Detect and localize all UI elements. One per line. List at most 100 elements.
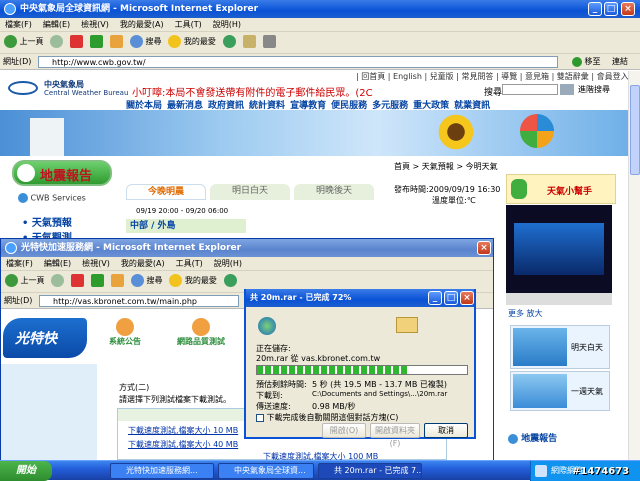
scroll-thumb[interactable] (630, 85, 640, 175)
links-button[interactable]: 連結 (612, 54, 628, 69)
home-button[interactable] (111, 271, 125, 291)
tab-day-after[interactable]: 明晚後天 (294, 184, 374, 200)
stop-button[interactable] (70, 32, 84, 52)
forward-button[interactable] (51, 271, 65, 291)
kbro-menu-bar: 檔案(F) 編輯(E) 檢視(V) 我的最愛(A) 工具(T) 說明(H) (1, 257, 493, 271)
home-button[interactable] (110, 32, 124, 52)
back-button[interactable]: 上一頁 (4, 32, 44, 52)
task-download[interactable]: 共 20m.rar - 已完成 7... (318, 463, 422, 479)
search-button[interactable]: 搜尋 (129, 32, 161, 52)
cwb-title-bar[interactable]: 中央氣象局全球資訊網 - Microsoft Internet Explorer… (0, 0, 640, 18)
download-source: 20m.rar 從 vas.kbronet.com.tw (256, 354, 381, 363)
maximize-button[interactable]: □ (444, 291, 458, 305)
breadcrumb-today[interactable]: 今明天氣 (466, 162, 498, 171)
cwb-scrollbar[interactable] (628, 71, 640, 460)
thumb-week[interactable]: 一週天氣 (510, 371, 610, 411)
favorites-button[interactable]: 我的最愛 (168, 32, 216, 52)
close-button[interactable]: × (621, 2, 635, 16)
menu-favorites[interactable]: 我的最愛(A) (115, 18, 170, 30)
instruction-text: 請選擇下列測試檔案下載測試。 (119, 395, 231, 404)
video-player[interactable] (506, 205, 612, 305)
thumb-tomorrow[interactable]: 明天白天 (510, 325, 610, 369)
home-icon (111, 274, 125, 287)
top-links[interactable]: | 回首頁 | English | 兒童版 | 常見問答 | 導覽 | 意見箱 … (356, 71, 628, 82)
refresh-button[interactable] (91, 271, 105, 291)
address-input[interactable]: http://www.cwb.gov.tw/ (38, 56, 558, 68)
open-folder-button[interactable]: 開啟資料夾(F) (370, 423, 420, 448)
helper-label[interactable]: 天氣小幫手 (547, 184, 592, 197)
search-button[interactable]: 搜尋 (130, 271, 162, 291)
tab-tomorrow[interactable]: 明日白天 (210, 184, 290, 200)
tab-tonight[interactable]: 今晚明晨 (126, 184, 206, 200)
kbro-title-bar[interactable]: 光特快加速服務網 - Microsoft Internet Explorer × (1, 239, 493, 257)
nav-quality-test[interactable]: 網路品質測試 (171, 318, 231, 347)
cwb-services-heading: CWB Services (18, 193, 86, 203)
maximize-button[interactable]: □ (604, 2, 618, 16)
open-button[interactable]: 開啟(O) (322, 423, 366, 438)
minimize-button[interactable]: _ (428, 291, 442, 305)
checkbox-box[interactable] (256, 413, 264, 422)
menu-edit[interactable]: 編輯(E) (38, 18, 76, 30)
site-search-input[interactable] (502, 84, 558, 95)
menu-tools[interactable]: 工具(T) (171, 257, 209, 269)
cwb-logo[interactable]: 中央氣象局 Central Weather Bureau (8, 79, 128, 99)
favorites-button[interactable]: 我的最愛 (169, 271, 217, 291)
breadcrumb-home[interactable]: 首頁 (394, 162, 410, 171)
stop-button[interactable] (71, 271, 85, 291)
side-item-forecast[interactable]: • 天氣預報 (22, 214, 72, 229)
globe-icon (18, 193, 28, 203)
file-link-10mb[interactable]: 下載速度測試,檔案大小 10 MB (128, 425, 238, 436)
menu-help[interactable]: 說明(H) (208, 18, 247, 30)
file-link-40mb[interactable]: 下載速度測試,檔案大小 40 MB (128, 439, 238, 450)
menu-favorites[interactable]: 我的最愛(A) (116, 257, 171, 269)
menu-help[interactable]: 說明(H) (209, 257, 248, 269)
address-input[interactable]: http://vas.kbronet.com.tw/main.php (39, 295, 239, 307)
task-cwb[interactable]: 中央氣象局全球資... (218, 463, 314, 479)
kbro-logo[interactable]: 光特快 (3, 318, 87, 358)
nav-announcements[interactable]: 系統公告 (105, 318, 145, 347)
mail-icon (242, 35, 256, 48)
cancel-button[interactable]: 取消 (424, 423, 468, 438)
refresh-button[interactable] (90, 32, 104, 52)
task-kbro[interactable]: 光特快加速服務網... (110, 463, 214, 479)
video-controls[interactable] (506, 293, 612, 305)
breadcrumb-forecast[interactable]: 天氣預報 (422, 162, 454, 171)
zoom-link[interactable]: 放大 (527, 309, 543, 318)
go-button[interactable]: 移至 (572, 54, 601, 69)
network-icon[interactable] (535, 465, 547, 477)
download-dialog: 共 20m.rar - 已完成 72% _ □ × 正在儲存: 20m.rar … (244, 289, 476, 448)
more-link[interactable]: 更多 (508, 309, 524, 318)
menu-file[interactable]: 檔案(F) (1, 257, 39, 269)
file-link-100mb[interactable]: 下載速度測試,檔案大小 100 MB (263, 451, 378, 460)
history-button[interactable] (222, 32, 236, 52)
minimize-button[interactable]: _ (588, 2, 602, 16)
print-button[interactable] (262, 32, 276, 52)
download-title: 共 20m.rar - 已完成 72% (250, 293, 352, 302)
advanced-search-link[interactable]: 進階搜尋 (578, 84, 610, 95)
mail-button[interactable] (242, 32, 256, 52)
bottom-earthquake-link[interactable]: 地震報告 (508, 431, 557, 444)
thumb-week-title: 一週天氣 (571, 387, 603, 396)
menu-file[interactable]: 檔案(F) (0, 18, 38, 30)
start-button[interactable]: 開始 (0, 461, 52, 481)
menu-edit[interactable]: 編輯(E) (39, 257, 77, 269)
back-button[interactable]: 上一頁 (5, 271, 45, 291)
region-tab[interactable]: 中部 / 外島 (126, 219, 246, 233)
search-icon (130, 274, 144, 287)
search-icon (129, 35, 143, 48)
close-when-done-checkbox[interactable]: 下載完成後自動關閉這個對話方塊(C) (256, 412, 398, 423)
download-title-bar[interactable]: 共 20m.rar - 已完成 72% _ □ × (246, 289, 474, 307)
rate-label: 傳送速度: (256, 402, 291, 411)
history-button[interactable] (223, 271, 237, 291)
close-button[interactable]: × (477, 241, 491, 255)
menu-view[interactable]: 檢視(V) (77, 257, 116, 269)
building-image (30, 118, 64, 156)
address-label: 網址(D) (4, 296, 33, 305)
site-search-button[interactable] (560, 84, 574, 95)
earthquake-report-button[interactable]: 地震報告 (12, 160, 112, 186)
forward-button[interactable] (50, 32, 64, 52)
menu-view[interactable]: 檢視(V) (76, 18, 115, 30)
close-button[interactable]: × (460, 291, 474, 305)
menu-tools[interactable]: 工具(T) (170, 18, 208, 30)
earthquake-icon (17, 164, 35, 182)
